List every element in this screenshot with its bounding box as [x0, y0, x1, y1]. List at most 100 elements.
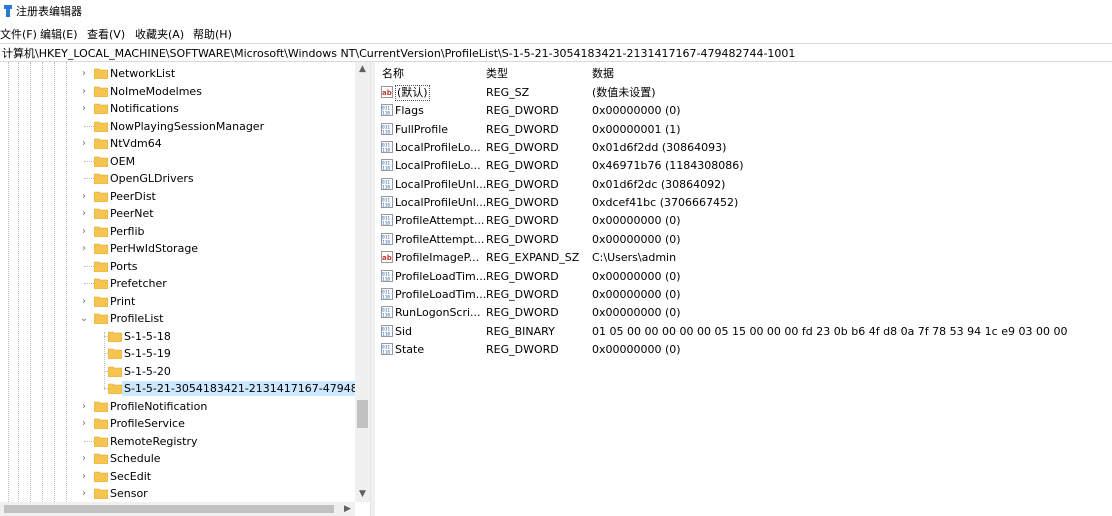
string-value-icon: ab: [381, 86, 393, 98]
column-header-name[interactable]: 名称: [382, 65, 404, 81]
chevron-right-icon[interactable]: ›: [78, 223, 90, 240]
chevron-right-icon[interactable]: ›: [78, 485, 90, 502]
tree-item[interactable]: › PeerDist: [0, 188, 360, 205]
tree-item[interactable]: › ProfileService: [0, 415, 360, 432]
scroll-thumb[interactable]: [357, 400, 368, 428]
key-tree[interactable]: › NetworkList › NoImeModelmes › Notifications…: [0, 62, 370, 516]
folder-icon: [93, 191, 109, 202]
menu-item[interactable]: 帮助(H): [193, 26, 232, 42]
value-row[interactable]: 011 110 ProfileAttempt... REG_DWORD 0x000000…: [375, 231, 1112, 249]
tree-item[interactable]: S-1-5-18: [0, 328, 360, 345]
value-data: 0x00000000 (0): [592, 342, 681, 356]
value-data: 0x00000000 (0): [592, 269, 681, 283]
binary-value-icon: 011 110: [381, 324, 393, 337]
chevron-right-icon[interactable]: ›: [78, 450, 90, 467]
folder-icon: [93, 243, 109, 255]
column-header-data[interactable]: 数据: [592, 65, 614, 81]
tree-item[interactable]: OEM: [0, 153, 360, 170]
menu-item[interactable]: 编辑(E): [40, 26, 78, 42]
chevron-right-icon[interactable]: ›: [78, 205, 90, 222]
tree-item[interactable]: › Notifications: [0, 100, 360, 117]
column-header-type[interactable]: 类型: [486, 65, 508, 81]
tree-item[interactable]: RemoteRegistry: [0, 433, 360, 450]
value-row[interactable]: 011 110 ProfileLoadTim... REG_DWORD 0x000000…: [375, 268, 1112, 286]
chevron-right-icon[interactable]: ›: [78, 293, 90, 310]
chevron-right-icon[interactable]: ›: [78, 415, 90, 432]
tree-item[interactable]: › Print: [0, 293, 360, 310]
value-row[interactable]: 011 110 LocalProfileUnl... REG_DWORD 0xdcef4…: [375, 194, 1112, 212]
scroll-down-icon[interactable]: ▼: [355, 487, 370, 502]
value-row[interactable]: 011 110 FullProfile REG_DWORD 0x00000001 (1): [375, 121, 1112, 139]
chevron-right-icon[interactable]: ›: [78, 100, 90, 117]
tree-guide-line: [84, 440, 94, 442]
value-row[interactable]: 011 110 State REG_DWORD 0x00000000 (0): [375, 341, 1112, 359]
scroll-up-icon[interactable]: ▲: [355, 62, 370, 77]
value-row[interactable]: 011 110 Flags REG_DWORD 0x00000000 (0): [375, 102, 1112, 120]
chevron-right-icon[interactable]: ›: [78, 188, 90, 205]
tree-item[interactable]: › ProfileNotification: [0, 398, 360, 415]
folder-icon: [93, 121, 109, 132]
tree-item[interactable]: S-1-5-19: [0, 345, 360, 362]
menu-item[interactable]: 文件(F): [0, 26, 37, 42]
tree-item-label: Prefetcher: [110, 277, 167, 290]
tree-item-label: S-1-5-21-3054183421-2131417167-47948274: [122, 381, 370, 396]
value-row[interactable]: 011 110 ProfileAttempt... REG_DWORD 0x000000…: [375, 212, 1112, 230]
value-name: ProfileLoadTim...: [395, 287, 487, 301]
scroll-right-icon[interactable]: ▶: [340, 502, 355, 516]
chevron-right-icon[interactable]: ›: [78, 398, 90, 415]
value-row[interactable]: ab ProfileImageP... REG_EXPAND_SZ C:\Users\…: [375, 249, 1112, 267]
value-row[interactable]: 011 110 LocalProfileLo... REG_DWORD 0x46971b…: [375, 157, 1112, 175]
value-row[interactable]: 011 110 LocalProfileLo... REG_DWORD 0x01d6f2…: [375, 139, 1112, 157]
folder-icon: [93, 436, 109, 447]
tree-item[interactable]: ⌄ ProfileList: [0, 310, 360, 327]
tree-item[interactable]: › NetworkList: [0, 65, 360, 82]
chevron-down-icon[interactable]: ⌄: [78, 310, 90, 327]
value-type: REG_DWORD: [486, 342, 559, 356]
tree-item[interactable]: S-1-5-20: [0, 363, 360, 380]
value-type: REG_DWORD: [486, 141, 559, 155]
tree-item-label: Print: [110, 294, 136, 308]
chevron-right-icon[interactable]: ›: [78, 65, 90, 82]
tree-item-label: ProfileNotification: [110, 399, 208, 413]
tree-item[interactable]: › PerHwIdStorage: [0, 240, 360, 257]
value-row[interactable]: ab (默认) REG_SZ (数值未设置): [375, 84, 1112, 102]
chevron-right-icon[interactable]: ›: [78, 135, 90, 152]
tree-vertical-scrollbar[interactable]: ▲ ▼: [355, 62, 370, 502]
tree-guide-line: [84, 160, 94, 162]
tree-item[interactable]: › Perflib: [0, 223, 360, 240]
value-row[interactable]: 011 110 LocalProfileUnl... REG_DWORD 0x01d6f…: [375, 176, 1112, 194]
tree-item[interactable]: › NtVdm64: [0, 135, 360, 152]
value-data: 0x00000000 (0): [592, 214, 681, 228]
chevron-right-icon[interactable]: ›: [78, 240, 90, 257]
tree-item[interactable]: › Sensor: [0, 485, 360, 502]
address-bar[interactable]: 计算机\HKEY_LOCAL_MACHINE\SOFTWARE\Microsof…: [0, 43, 1112, 62]
address-path[interactable]: 计算机\HKEY_LOCAL_MACHINE\SOFTWARE\Microsof…: [2, 45, 795, 61]
value-data: 0x00000000 (0): [592, 104, 681, 118]
menu-item[interactable]: 查看(V): [87, 26, 125, 42]
tree-item[interactable]: › PeerNet: [0, 205, 360, 222]
chevron-right-icon[interactable]: ›: [78, 83, 90, 100]
value-row[interactable]: 011 110 Sid REG_BINARY 01 05 00 00 00 00 00 …: [375, 323, 1112, 341]
value-type: REG_BINARY: [486, 324, 555, 338]
tree-guide-line: [84, 283, 94, 284]
tree-horizontal-scrollbar[interactable]: ▶: [0, 502, 355, 516]
menu-item[interactable]: 收藏夹(A): [135, 26, 184, 42]
value-row[interactable]: 011 110 RunLogonScri... REG_DWORD 0x00000000…: [375, 304, 1112, 322]
tree-item[interactable]: Prefetcher: [0, 275, 360, 292]
binary-value-icon: 011 110: [381, 104, 393, 117]
value-type: REG_DWORD: [486, 306, 559, 320]
binary-value-icon: 011 110: [381, 159, 393, 172]
chevron-right-icon[interactable]: ›: [78, 468, 90, 485]
hscroll-thumb[interactable]: [4, 505, 334, 513]
values-list[interactable]: 名称 类型 数据 ab (默认) REG_SZ (数值未设置) 011 110 Flags R…: [375, 62, 1112, 516]
tree-item[interactable]: › SecEdit: [0, 468, 360, 485]
value-row[interactable]: 011 110 ProfileLoadTim... REG_DWORD 0x000000…: [375, 286, 1112, 304]
tree-item[interactable]: Ports: [0, 258, 360, 275]
tree-item[interactable]: › Schedule: [0, 450, 360, 467]
tree-item[interactable]: NowPlayingSessionManager: [0, 118, 360, 135]
tree-item[interactable]: › NoImeModelmes: [0, 83, 360, 100]
value-type: REG_DWORD: [486, 177, 559, 191]
tree-item[interactable]: OpenGLDrivers: [0, 170, 360, 187]
value-data: 0x01d6f2dd (30864093): [592, 141, 727, 155]
tree-item[interactable]: S-1-5-21-3054183421-2131417167-47948274: [0, 380, 370, 397]
